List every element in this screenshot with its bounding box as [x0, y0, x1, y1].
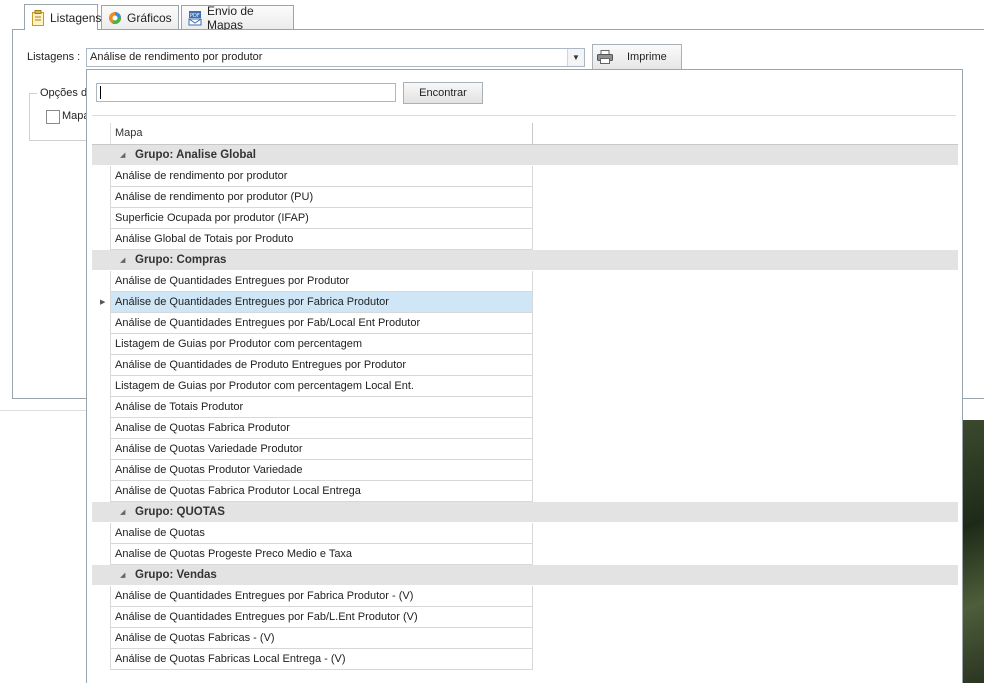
- list-item[interactable]: Analise de Quotas Progeste Preco Medio e…: [92, 544, 958, 565]
- group-title: Grupo: Compras: [135, 254, 227, 266]
- tab-envio-de-mapas[interactable]: PDF Envio de Mapas: [181, 3, 294, 32]
- list-item-label: Análise de Quotas Fabricas Local Entrega…: [110, 649, 533, 670]
- clipboard-icon: [31, 9, 45, 26]
- list-item[interactable]: Análise de Quotas Fabrica Produtor Local…: [92, 481, 958, 502]
- list-item-label: Análise Global de Totais por Produto: [110, 229, 533, 250]
- combo-value: Análise de rendimento por produtor: [90, 51, 263, 63]
- collapse-triangle-icon[interactable]: ◢: [120, 250, 125, 271]
- list-item[interactable]: Análise de Quotas Produtor Variedade: [92, 460, 958, 481]
- group-title: Grupo: QUOTAS: [135, 506, 225, 518]
- list-item[interactable]: Listagem de Guias por Produtor com perce…: [92, 376, 958, 397]
- background-image: [963, 420, 984, 683]
- collapse-triangle-icon[interactable]: ◢: [120, 502, 125, 523]
- list-item-label: Analise de Quotas: [110, 523, 533, 544]
- svg-text:PDF: PDF: [190, 13, 200, 19]
- list-item[interactable]: Análise de Quotas Fabricas - (V): [92, 628, 958, 649]
- list-item[interactable]: Superficie Ocupada por produtor (IFAP): [92, 208, 958, 229]
- list-item-label: Análise de rendimento por produtor: [110, 166, 533, 187]
- report-grid: Mapa ◢ Grupo: Analise Global Análise de re…: [92, 123, 958, 670]
- list-item-label: Análise de Totais Produtor: [110, 397, 533, 418]
- list-item[interactable]: Análise de Quantidades Entregues por Fab…: [92, 607, 958, 628]
- list-item[interactable]: Análise de rendimento por produtor (PU): [92, 187, 958, 208]
- tab-label: Gráficos: [127, 10, 172, 25]
- chevron-down-icon[interactable]: ▼: [567, 49, 584, 66]
- report-dropdown-popup: Encontrar Mapa ◢ Grupo: Analise Global Aná…: [86, 69, 963, 683]
- list-item[interactable]: Análise de Quantidades Entregues por Fab…: [92, 586, 958, 607]
- list-item-label: Análise de Quantidades Entregues por Fab…: [110, 607, 533, 628]
- list-item-label: Análise de Quantidades de Produto Entreg…: [110, 355, 533, 376]
- text-caret: [100, 86, 101, 99]
- pdf-mail-icon: PDF: [188, 10, 202, 26]
- column-header-mapa[interactable]: Mapa: [110, 123, 533, 144]
- tab-strip: Listagens Gráficos PDF Envio de Mapas: [0, 0, 984, 32]
- pie-chart-icon: [108, 10, 122, 26]
- list-item[interactable]: Análise de Quotas Variedade Produtor: [92, 439, 958, 460]
- list-item[interactable]: ▶ Análise de Quantidades Entregues por Fa…: [92, 292, 958, 313]
- tab-label: Envio de Mapas: [207, 3, 254, 32]
- grid-body: ◢ Grupo: Analise Global Análise de rendime…: [92, 145, 958, 670]
- group-row[interactable]: ◢ Grupo: Compras: [92, 250, 958, 271]
- list-item[interactable]: Análise de Quantidades Entregues por Pro…: [92, 271, 958, 292]
- list-item-label: Análise de Quantidades Entregues por Pro…: [110, 271, 533, 292]
- list-item[interactable]: Análise de Quantidades Entregues por Fab…: [92, 313, 958, 334]
- tab-graficos[interactable]: Gráficos: [101, 5, 179, 29]
- grid-header: Mapa: [92, 123, 958, 145]
- divider: [92, 115, 956, 116]
- list-item-label: Superficie Ocupada por produtor (IFAP): [110, 208, 533, 229]
- collapse-triangle-icon[interactable]: ◢: [120, 565, 125, 586]
- collapse-triangle-icon[interactable]: ◢: [120, 145, 125, 166]
- tab-listagens[interactable]: Listagens: [24, 4, 102, 30]
- group-row[interactable]: ◢ Grupo: Analise Global: [92, 145, 958, 166]
- row-indicator-icon: ▶: [100, 299, 106, 306]
- list-item[interactable]: Análise de Totais Produtor: [92, 397, 958, 418]
- list-item[interactable]: Listagem de Guias por Produtor com perce…: [92, 334, 958, 355]
- list-item-label: Analise de Quotas Progeste Preco Medio e…: [110, 544, 533, 565]
- list-item-label: Listagem de Guias por Produtor com perce…: [110, 376, 533, 397]
- print-label: Imprime: [627, 51, 667, 63]
- group-row[interactable]: ◢ Grupo: Vendas: [92, 565, 958, 586]
- report-combo[interactable]: Análise de rendimento por produtor ▼: [86, 48, 585, 67]
- list-item-label: Listagem de Guias por Produtor com perce…: [110, 334, 533, 355]
- list-item-label: Análise de rendimento por produtor (PU): [110, 187, 533, 208]
- group-title: Grupo: Vendas: [135, 569, 217, 581]
- find-button[interactable]: Encontrar: [403, 82, 483, 104]
- list-item-label: Análise de Quotas Produtor Variedade: [110, 460, 533, 481]
- tab-label: Listagens: [50, 10, 102, 25]
- listagens-label: Listagens :: [27, 51, 81, 63]
- print-button[interactable]: Imprime: [592, 44, 682, 70]
- list-item[interactable]: Análise de Quantidades de Produto Entreg…: [92, 355, 958, 376]
- list-item[interactable]: Análise de rendimento por produtor: [92, 166, 958, 187]
- list-item-label: Análise de Quotas Variedade Produtor: [110, 439, 533, 460]
- list-item-label: Análise de Quotas Fabricas - (V): [110, 628, 533, 649]
- group-row[interactable]: ◢ Grupo: QUOTAS: [92, 502, 958, 523]
- list-item-label: Análise de Quantidades Entregues por Fab…: [110, 586, 533, 607]
- mapa-checkbox[interactable]: [46, 110, 60, 124]
- list-item[interactable]: Análise Global de Totais por Produto: [92, 229, 958, 250]
- printer-icon: [597, 50, 613, 64]
- search-input[interactable]: [96, 83, 396, 102]
- list-item-label: Análise de Quantidades Entregues por Fab…: [110, 313, 533, 334]
- list-item-label: Análise de Quantidades Entregues por Fab…: [110, 292, 533, 313]
- group-title: Grupo: Analise Global: [135, 149, 256, 161]
- list-item-label: Análise de Quotas Fabrica Produtor Local…: [110, 481, 533, 502]
- list-item[interactable]: Analise de Quotas: [92, 523, 958, 544]
- list-item[interactable]: Análise de Quotas Fabricas Local Entrega…: [92, 649, 958, 670]
- list-item[interactable]: Analise de Quotas Fabrica Produtor: [92, 418, 958, 439]
- list-item-label: Analise de Quotas Fabrica Produtor: [110, 418, 533, 439]
